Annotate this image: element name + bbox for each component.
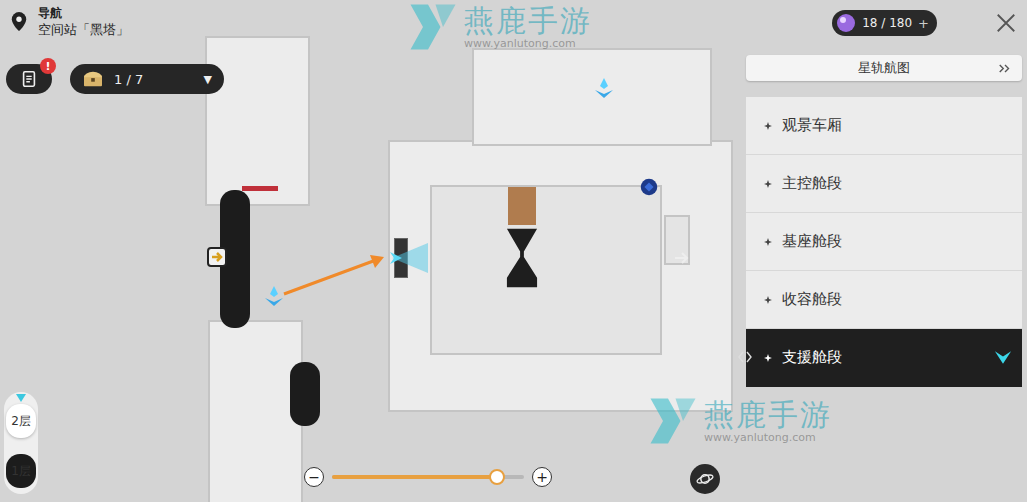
passage-arrow-icon — [672, 248, 692, 268]
currency-amount: 18 / 180 — [862, 16, 912, 30]
area-item[interactable]: 基座舱段 — [746, 213, 1022, 271]
currency-pill[interactable]: 18 / 180 + — [832, 10, 937, 36]
star-rail-map-button[interactable]: 星轨航图 — [746, 55, 1022, 81]
mission-log-button[interactable]: ! — [6, 64, 52, 94]
document-icon — [20, 70, 38, 88]
area-bullet-icon — [764, 180, 772, 188]
map-corridor — [290, 362, 320, 426]
floor-switcher: 2层 1层 — [4, 392, 38, 494]
watermark-logo-icon — [648, 396, 698, 446]
area-bullet-icon — [764, 238, 772, 246]
treasure-counter[interactable]: 1 / 7 ▼ — [70, 64, 224, 94]
map-barrier — [242, 186, 278, 191]
current-floor-icon — [16, 394, 26, 402]
exit-icon[interactable] — [206, 246, 228, 268]
map-wall — [208, 320, 303, 502]
map-screen: 燕鹿手游www.yanlutong.com燕鹿手游www.yanlutong.c… — [0, 0, 1027, 502]
locate-button[interactable] — [690, 464, 720, 494]
area-bullet-icon — [764, 122, 772, 130]
map-inner-hall — [430, 185, 662, 355]
watermark-url: www.yanlutong.com — [704, 431, 832, 444]
area-item[interactable]: 主控舱段 — [746, 155, 1022, 213]
double-chevron-icon — [998, 63, 1012, 74]
area-bullet-icon — [764, 354, 772, 362]
zoom-slider[interactable] — [332, 475, 524, 479]
header-title: 导航 — [38, 6, 129, 22]
watermark: 燕鹿手游www.yanlutong.com — [648, 396, 832, 446]
map-toolbar: ! 1 / 7 ▼ — [6, 64, 224, 94]
location-pin-icon — [10, 11, 28, 33]
chest-icon — [82, 70, 104, 88]
map-wall — [472, 48, 712, 146]
planet-icon — [695, 469, 715, 489]
watermark-brand: 燕鹿手游 — [704, 398, 832, 431]
dropdown-caret[interactable]: ▼ — [204, 73, 212, 86]
area-panel: 星轨航图观景车厢主控舱段基座舱段收容舱段支援舱段 — [746, 55, 1022, 502]
notice-badge: ! — [40, 58, 56, 74]
zoom-fill — [332, 475, 497, 479]
teleport-anchor-icon[interactable] — [592, 76, 616, 100]
current-area-icon — [738, 351, 752, 363]
watermark-url: www.yanlutong.com — [464, 37, 592, 50]
space-anchor-icon[interactable] — [638, 176, 660, 198]
area-list: 观景车厢主控舱段基座舱段收容舱段支援舱段 — [746, 97, 1022, 387]
area-label: 收容舱段 — [782, 290, 842, 309]
floor-label: 1层 — [11, 463, 31, 480]
star-rail-map-label: 星轨航图 — [858, 59, 910, 77]
area-item[interactable]: 收容舱段 — [746, 271, 1022, 329]
zoom-knob[interactable] — [489, 469, 505, 485]
location-name: 空间站「黑塔」 — [38, 22, 129, 39]
selected-chevron-icon — [994, 350, 1012, 365]
statue-icon — [502, 225, 542, 291]
route-arrow-icon — [276, 246, 396, 306]
player-marker-icon — [388, 243, 428, 273]
area-label: 基座舱段 — [782, 232, 842, 251]
area-bullet-icon — [764, 296, 772, 304]
watermark-logo-icon — [408, 2, 458, 52]
floor-label: 2层 — [11, 413, 31, 430]
watermark: 燕鹿手游www.yanlutong.com — [408, 2, 592, 52]
stellar-jade-icon — [836, 13, 856, 33]
teleport-anchor-icon[interactable] — [262, 284, 286, 308]
currency-add-button[interactable]: + — [918, 16, 929, 31]
map-crate — [508, 187, 536, 225]
watermark-brand: 燕鹿手游 — [464, 4, 592, 37]
close-icon[interactable] — [995, 12, 1017, 34]
floor-button[interactable]: 1层 — [6, 454, 36, 488]
navigation-header: 导航空间站「黑塔」 — [10, 6, 129, 38]
zoom-control: −+ — [304, 467, 552, 487]
area-item[interactable]: 观景车厢 — [746, 97, 1022, 155]
map-wall — [205, 36, 310, 206]
area-label: 支援舱段 — [782, 348, 842, 367]
area-label: 主控舱段 — [782, 174, 842, 193]
zoom-out-button[interactable]: − — [304, 467, 324, 487]
area-item[interactable]: 支援舱段 — [746, 329, 1022, 387]
floor-button[interactable]: 2层 — [6, 404, 36, 438]
area-label: 观景车厢 — [782, 116, 842, 135]
treasure-count: 1 / 7 — [114, 72, 194, 87]
zoom-in-button[interactable]: + — [532, 467, 552, 487]
